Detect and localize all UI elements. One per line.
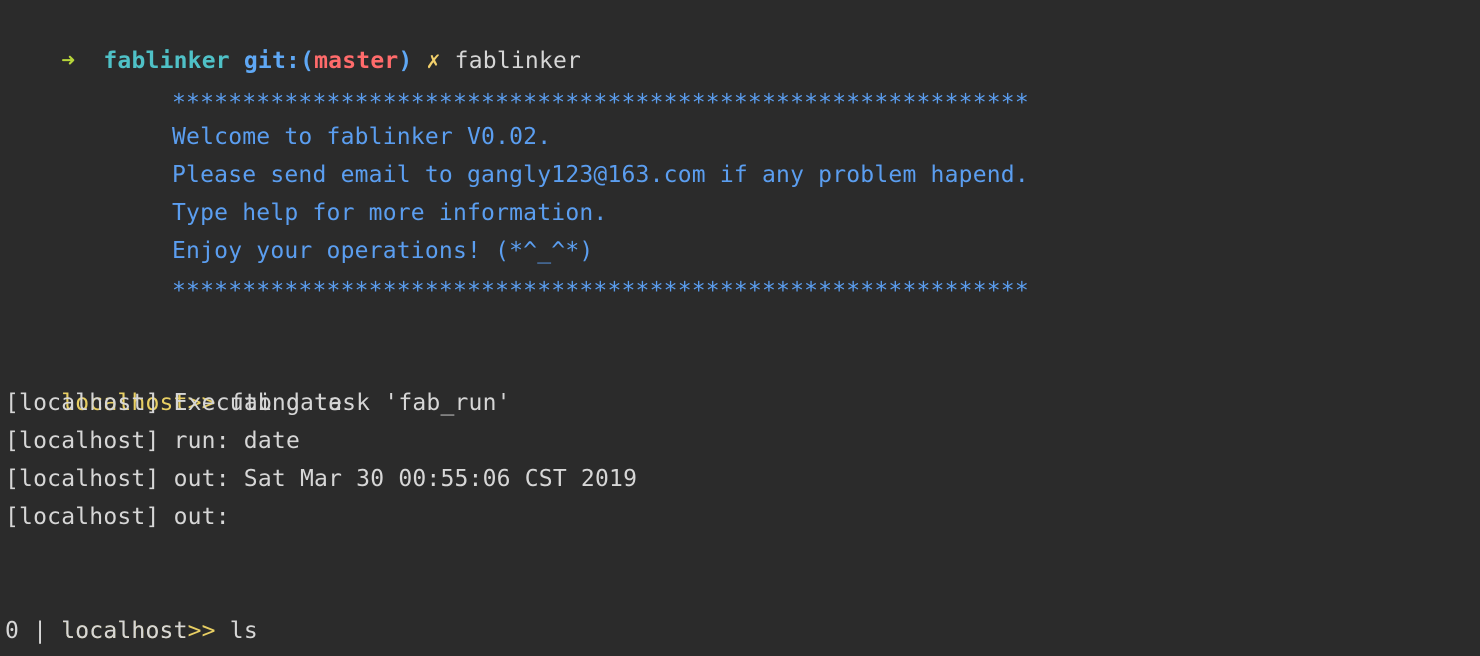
output-line: [localhost] out: <box>5 504 230 530</box>
output-line: 0 | localhost <box>5 618 188 644</box>
terminal-window[interactable]: ➜ fablinker git:(master) ✗ fablinker ***… <box>0 0 1480 656</box>
shell-prompt-line: ➜ fablinker git:(master) ✗ fablinker <box>5 4 581 74</box>
repl-command: ls <box>215 618 258 644</box>
output-line: [localhost] Executing task 'fab_run' <box>5 390 511 416</box>
banner-line: Enjoy your operations! (*^_^*) <box>172 238 594 264</box>
current-directory: fablinker <box>103 48 230 74</box>
output-line: [localhost] run: date <box>5 428 300 454</box>
banner-line: Type help for more information. <box>172 200 608 226</box>
shell-command: fablinker <box>454 48 582 74</box>
banner-border-bottom: ****************************************… <box>172 278 1029 304</box>
banner-line: Welcome to fablinker V0.02. <box>172 124 552 150</box>
prompt-arrow-icon: ➜ <box>61 48 76 74</box>
repl-prompt-line: localhost>> fab date <box>5 346 342 416</box>
git-suffix: ) <box>398 48 413 74</box>
banner-border-top: ****************************************… <box>172 90 1029 116</box>
repl-prompt-line: localhost>> ls <box>5 574 258 644</box>
git-branch: master <box>314 48 399 74</box>
output-line: [localhost] out: Sat Mar 30 00:55:06 CST… <box>5 466 638 492</box>
banner-line: Please send email to gangly123@163.com i… <box>172 162 1029 188</box>
git-prefix: git:( <box>243 48 315 74</box>
git-dirty-icon: ✗ <box>426 48 441 74</box>
